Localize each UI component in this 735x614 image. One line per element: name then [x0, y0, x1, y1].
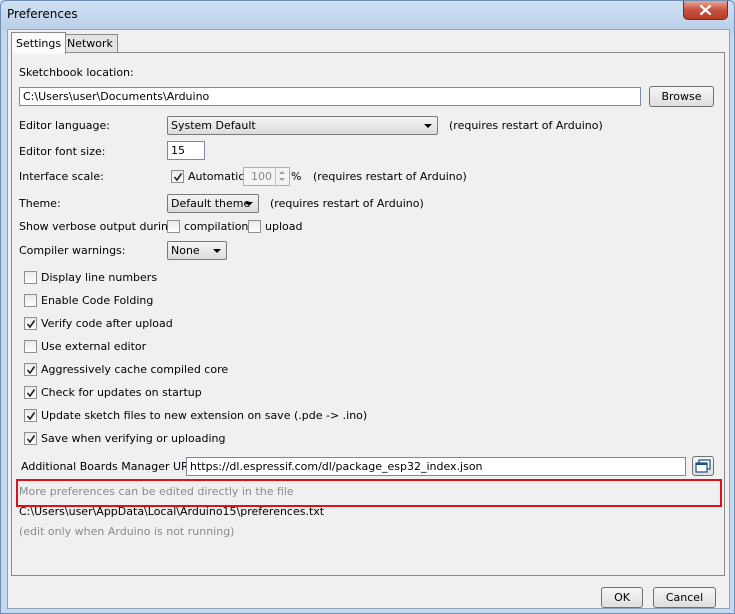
checkmark-icon — [26, 320, 36, 329]
window-list-icon — [695, 459, 711, 473]
chevron-down-icon — [213, 249, 221, 253]
dialog-body: Settings Network Sketchbook location: C:… — [7, 29, 730, 609]
checkmark-icon — [26, 366, 36, 375]
upload-checkbox[interactable] — [248, 220, 261, 233]
edit-only-note: (edit only when Arduino is not running) — [19, 525, 235, 538]
compiler-warnings-label: Compiler warnings: — [19, 244, 126, 257]
interface-scale-value: 100 — [251, 170, 272, 183]
theme-select[interactable]: Default theme — [167, 194, 259, 213]
checkmark-icon — [26, 412, 36, 421]
compiler-warnings-select[interactable]: None — [167, 241, 227, 260]
preferences-window: Preferences Settings Network Sketchbook … — [0, 0, 735, 614]
chevron-down-icon — [245, 202, 253, 206]
upload-label: upload — [265, 220, 303, 233]
interface-scale-note: (requires restart of Arduino) — [313, 170, 467, 183]
update-sketch-extension-checkbox[interactable] — [24, 409, 37, 422]
font-size-label: Editor font size: — [19, 145, 106, 158]
option-label: Check for updates on startup — [41, 386, 202, 399]
save-when-verifying-checkbox[interactable] — [24, 432, 37, 445]
edit-urls-button[interactable] — [692, 456, 714, 476]
checkmark-icon — [26, 435, 36, 444]
font-size-input[interactable]: 15 — [167, 141, 205, 160]
compilation-checkbox[interactable] — [167, 220, 180, 233]
theme-note: (requires restart of Arduino) — [270, 197, 424, 210]
sketchbook-label: Sketchbook location: — [19, 66, 134, 79]
browse-button[interactable]: Browse — [649, 86, 714, 107]
interface-scale-spinner[interactable]: 100 — [243, 167, 290, 186]
compilation-label: compilation — [184, 220, 249, 233]
interface-scale-label: Interface scale: — [19, 170, 104, 183]
preferences-file-path: C:\Users\user\AppData\Local\Arduino15\pr… — [19, 505, 325, 518]
checkmark-icon — [173, 173, 183, 182]
option-label: Aggressively cache compiled core — [41, 363, 229, 376]
editor-language-note: (requires restart of Arduino) — [449, 119, 603, 132]
more-preferences-note: More preferences can be edited directly … — [19, 485, 294, 498]
cache-compiled-core-checkbox[interactable] — [24, 363, 37, 376]
option-label: Verify code after upload — [41, 317, 173, 330]
checkmark-icon — [26, 389, 36, 398]
close-button[interactable] — [683, 1, 728, 20]
editor-language-label: Editor language: — [19, 119, 110, 132]
editor-language-select[interactable]: System Default — [167, 116, 438, 135]
automatic-checkbox[interactable] — [171, 170, 184, 183]
tab-settings[interactable]: Settings — [11, 32, 67, 54]
verify-after-upload-checkbox[interactable] — [24, 317, 37, 330]
ok-button[interactable]: OK — [601, 587, 643, 608]
option-label: Enable Code Folding — [41, 294, 154, 307]
settings-panel: Sketchbook location: C:\Users\user\Docum… — [11, 52, 725, 576]
use-external-editor-checkbox[interactable] — [24, 340, 37, 353]
option-label: Save when verifying or uploading — [41, 432, 226, 445]
enable-code-folding-checkbox[interactable] — [24, 294, 37, 307]
interface-scale-unit: % — [291, 170, 302, 183]
window-title: Preferences — [7, 7, 78, 21]
display-line-numbers-checkbox[interactable] — [24, 271, 37, 284]
sketchbook-location-input[interactable]: C:\Users\user\Documents\Arduino — [19, 87, 641, 106]
check-updates-checkbox[interactable] — [24, 386, 37, 399]
compiler-warnings-value: None — [171, 244, 200, 257]
theme-value: Default theme — [171, 197, 251, 210]
cancel-button[interactable]: Cancel — [653, 587, 716, 608]
option-label: Display line numbers — [41, 271, 158, 284]
spinner-arrows-icon[interactable] — [275, 168, 289, 185]
boards-urls-input[interactable]: https://dl.espressif.com/dl/package_esp3… — [186, 457, 686, 476]
close-icon — [700, 5, 711, 15]
theme-label: Theme: — [19, 197, 61, 210]
editor-language-value: System Default — [171, 119, 256, 132]
tab-network[interactable]: Network — [62, 34, 118, 53]
boards-urls-label: Additional Boards Manager URLs: — [21, 460, 205, 473]
option-label: Update sketch files to new extension on … — [41, 409, 368, 422]
automatic-label: Automatic — [188, 170, 245, 183]
option-label: Use external editor — [41, 340, 147, 353]
title-bar[interactable]: Preferences — [1, 1, 734, 27]
verbose-label: Show verbose output during: — [19, 220, 179, 233]
chevron-down-icon — [424, 124, 432, 128]
